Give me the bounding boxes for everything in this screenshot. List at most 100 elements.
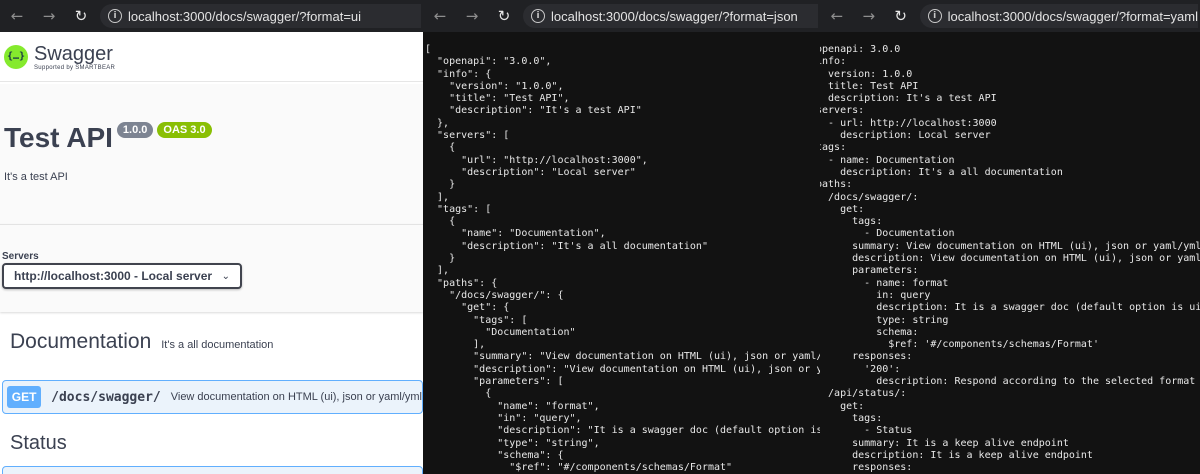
code-line: "title": "Test API", [425, 93, 570, 105]
reload-button[interactable]: ↻ [68, 3, 94, 29]
arrow-right-icon: → [42, 7, 56, 25]
info-icon[interactable]: i [927, 9, 942, 23]
code-line: openapi: 3.0.0 [820, 44, 901, 55]
code-line: /docs/swagger/: [820, 191, 919, 203]
code-line: ], [425, 265, 450, 277]
arrow-right-icon: → [862, 7, 876, 25]
api-description: It's a test API [4, 171, 68, 183]
code-line: summary: View documentation on HTML (ui)… [820, 240, 1200, 252]
browser-toolbar: ← → ↻ i localhost:3000/docs/swagger/?for… [820, 0, 1200, 32]
code-line: "summary": "View documentation on HTML (… [425, 351, 820, 363]
code-line: description: Local server [820, 130, 991, 142]
reload-button[interactable]: ↻ [888, 3, 914, 29]
api-info-section: Test API 1.0.0 OAS 3.0 It's a test API [0, 84, 423, 224]
api-title-row: Test API 1.0.0 OAS 3.0 [4, 122, 212, 154]
code-line: "name": "Documentation", [425, 228, 606, 240]
swagger-logo-icon: {…} [4, 44, 28, 69]
arrow-left-icon: ← [433, 7, 447, 25]
code-line: - Status [820, 425, 913, 437]
code-line: "description": "It is a swagger doc (def… [425, 425, 820, 437]
server-select[interactable]: http://localhost:3000 - Local server ⌄ [2, 263, 242, 289]
code-line: - Documentation [820, 228, 955, 240]
code-line: tags: [820, 412, 883, 424]
address-bar[interactable]: i localhost:3000/docs/swagger/?format=ui [100, 4, 421, 28]
code-line: "/docs/swagger/": { [425, 289, 564, 301]
code-line: in: query [820, 289, 931, 301]
code-line: type: string [820, 314, 949, 326]
swagger-ui-window: ← → ↻ i localhost:3000/docs/swagger/?for… [0, 0, 423, 474]
code-line: "parameters": [ [425, 376, 564, 388]
code-line: - url: http://localhost:3000 [820, 117, 997, 129]
code-line: "get": { [425, 302, 510, 314]
back-button[interactable]: ← [427, 3, 453, 29]
operation-get-docs-swagger[interactable]: GET /docs/swagger/ View documentation on… [2, 380, 423, 414]
code-line: description: It's a test API [820, 93, 997, 105]
code-line: '200': [820, 363, 901, 375]
code-line: } [425, 253, 456, 265]
code-line: servers: [820, 105, 865, 117]
operation-status-partial[interactable] [2, 466, 423, 474]
address-url: localhost:3000/docs/swagger/?format=json [551, 8, 798, 24]
reload-icon: ↻ [74, 7, 88, 25]
code-line: "in": "query", [425, 412, 582, 424]
operation-summary: View documentation on HTML (ui), json or… [170, 391, 422, 403]
code-line: "Documentation" [425, 326, 576, 338]
code-line: { [425, 388, 492, 400]
json-window: ← → ↻ i localhost:3000/docs/swagger/?for… [423, 0, 820, 474]
code-line: ], [425, 191, 450, 203]
reload-icon: ↻ [497, 7, 511, 25]
code-line: "openapi": "3.0.0", [425, 56, 552, 68]
servers-label: Servers [2, 251, 39, 262]
reload-icon: ↻ [894, 7, 907, 25]
tag-documentation[interactable]: Documentation It's a all documentation [10, 330, 273, 354]
servers-section: Servers http://localhost:3000 - Local se… [0, 224, 423, 312]
forward-button[interactable]: → [459, 3, 485, 29]
yaml-document: openapi: 3.0.0info: version: 1.0.0 title… [820, 44, 1200, 474]
forward-button[interactable]: → [36, 3, 62, 29]
code-line: { [425, 216, 456, 228]
arrow-right-icon: → [465, 7, 479, 25]
code-line: responses: [820, 351, 913, 363]
code-line: - name: Documentation [820, 154, 955, 166]
tag-status[interactable]: Status [10, 432, 67, 455]
code-line: "description": "Local server" [425, 166, 636, 178]
browser-toolbar: ← → ↻ i localhost:3000/docs/swagger/?for… [423, 0, 820, 32]
method-badge: GET [7, 386, 42, 408]
info-icon[interactable]: i [531, 9, 545, 23]
code-line: version: 1.0.0 [820, 68, 913, 80]
code-line: "info": { [425, 68, 492, 80]
forward-button[interactable]: → [856, 3, 882, 29]
code-line: description: Respond according to the se… [820, 376, 1196, 388]
code-line: description: It is a keep alive endpoint [820, 449, 1093, 461]
operation-path: /docs/swagger/ [51, 389, 161, 405]
code-line: title: Test API [820, 80, 919, 92]
code-line: "description": "It's a all documentation… [425, 240, 708, 252]
address-bar[interactable]: i localhost:3000/docs/swagger/?format=ya… [919, 4, 1199, 28]
code-line: $ref: '#/components/schemas/Format' [820, 339, 1099, 351]
code-line: paths: [820, 179, 853, 191]
swagger-brand-byline: Supported by SMARTBEAR [34, 64, 116, 71]
address-bar[interactable]: i localhost:3000/docs/swagger/?format=js… [523, 4, 818, 28]
code-line: parameters: [820, 265, 919, 277]
code-line: /api/status/: [820, 388, 907, 400]
info-icon[interactable]: i [108, 9, 122, 23]
code-line: "servers": [ [425, 130, 510, 142]
code-line: info: [820, 56, 847, 68]
code-line: "tags": [ [425, 203, 492, 215]
code-line: { [425, 142, 456, 154]
back-button[interactable]: ← [4, 3, 30, 29]
version-badge: 1.0.0 [116, 122, 154, 138]
code-line: }, [425, 117, 450, 129]
api-title: Test API [4, 122, 113, 153]
code-line: "tags": [ [425, 314, 528, 326]
back-button[interactable]: ← [824, 3, 850, 29]
code-line: description: It is a swagger doc (defaul… [820, 302, 1200, 314]
code-line: description: View documentation on HTML … [820, 253, 1200, 265]
reload-button[interactable]: ↻ [491, 3, 517, 29]
oas-badge: OAS 3.0 [157, 122, 212, 138]
code-line: get: [820, 400, 865, 412]
code-line: get: [820, 203, 865, 215]
yaml-window: ← → ↻ i localhost:3000/docs/swagger/?for… [820, 0, 1200, 474]
code-line: "description": "View documentation on HT… [425, 363, 820, 375]
swagger-brand-name: Swagger [34, 42, 113, 65]
